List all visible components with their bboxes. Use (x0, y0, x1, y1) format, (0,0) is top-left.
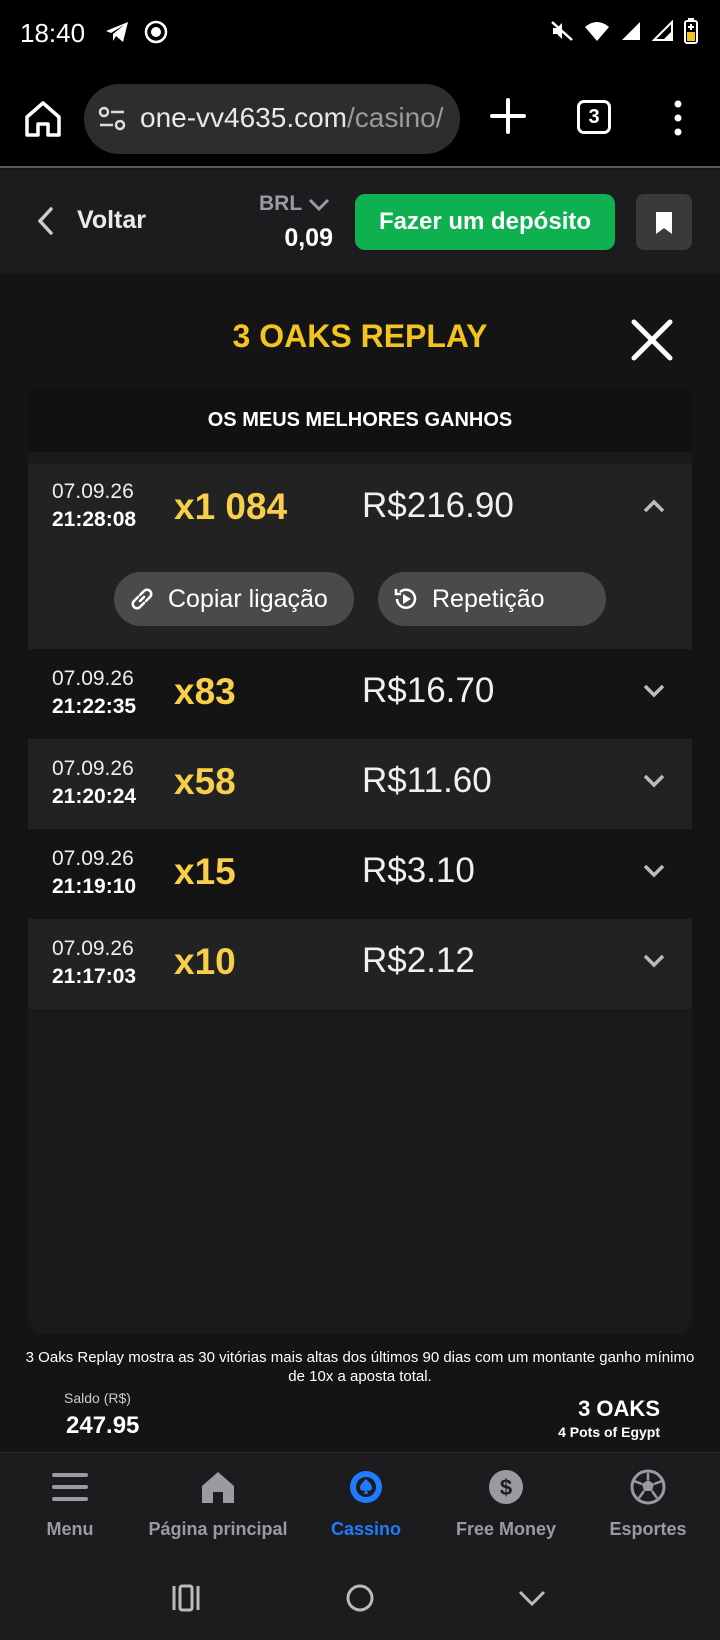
chevron-down-icon[interactable] (642, 773, 666, 789)
saldo-value: 247.95 (66, 1412, 140, 1439)
nav-casino-label: Cassino (330, 1519, 402, 1539)
tab-switcher-button[interactable]: 3 (577, 100, 611, 134)
back-chevron-icon[interactable] (36, 206, 56, 236)
chevron-down-icon[interactable] (642, 953, 666, 969)
chevron-down-icon[interactable] (642, 863, 666, 879)
win-time: 21:28:08 (52, 508, 137, 531)
nav-free-money[interactable]: $ Free Money (436, 1453, 576, 1559)
win-date: 07.09.26 (52, 757, 134, 780)
link-icon (131, 588, 153, 610)
back-down-icon[interactable] (516, 1582, 548, 1614)
chevron-down-icon[interactable] (642, 683, 666, 699)
nav-sports[interactable]: Esportes (578, 1453, 718, 1559)
nav-free-money-label: Free Money (455, 1519, 557, 1539)
header-balance: 0,09 (284, 224, 333, 252)
signal-icon-2 (652, 20, 673, 41)
copy-link-button[interactable]: Copiar ligação (114, 572, 354, 626)
back-button[interactable]: Voltar (77, 206, 146, 235)
dollar-icon: $ (489, 1470, 523, 1504)
win-time: 21:20:24 (52, 785, 137, 808)
win-row[interactable]: 07.09.26 21:17:03 x10 R$2.12 (28, 919, 692, 1009)
nav-home-label: Página principal (148, 1519, 288, 1539)
saldo-label: Saldo (R$) (64, 1390, 131, 1406)
battery-icon (684, 18, 698, 44)
url-domain: one-vv4635.com (140, 102, 348, 133)
replay-title: 3 OAKS REPLAY (232, 318, 488, 354)
currency-selector[interactable]: BRL (259, 192, 302, 216)
best-wins-panel: OS MEUS MELHORES GANHOS 07.09.26 21:28:0… (28, 388, 692, 1334)
casino-chip-icon (350, 1471, 382, 1503)
browser-menu-icon[interactable] (666, 98, 690, 138)
win-amount: R$216.90 (362, 486, 514, 525)
telegram-icon (106, 22, 128, 42)
bottom-nav: Menu Página principal Cassino $ Free Mon… (0, 1452, 720, 1558)
win-amount: R$2.12 (362, 941, 475, 980)
address-bar[interactable]: one-vv4635.com/casino/ (84, 84, 460, 154)
win-multiplier: x15 (174, 851, 236, 892)
win-time: 21:19:10 (52, 875, 137, 898)
new-tab-icon[interactable] (488, 96, 528, 136)
chevron-up-icon[interactable] (642, 498, 666, 514)
win-date: 07.09.26 (52, 480, 134, 503)
nav-menu[interactable]: Menu (0, 1453, 140, 1559)
win-row[interactable]: 07.09.26 21:19:10 x15 R$3.10 (28, 829, 692, 919)
replay-icon (394, 588, 417, 609)
win-row[interactable]: 07.09.26 21:20:24 x58 R$11.60 (28, 739, 692, 829)
system-nav-bar (0, 1558, 720, 1640)
site-header: Voltar BRL 0,09 Fazer um depósito (0, 170, 720, 274)
status-time: 18:40 (20, 18, 86, 48)
copy-link-label: Copiar ligação (168, 585, 328, 613)
win-row-expanded[interactable]: 07.09.26 21:28:08 x1 084 R$216.90 Copiar… (28, 464, 692, 649)
win-time: 21:22:35 (52, 695, 137, 718)
win-date: 07.09.26 (52, 847, 134, 870)
deposit-button[interactable]: Fazer um depósito (355, 194, 615, 250)
url-path: /casino/ (347, 102, 444, 133)
nav-menu-label: Menu (46, 1519, 94, 1539)
replay-label: Repetição (432, 585, 545, 613)
recent-apps-icon[interactable] (170, 1582, 202, 1614)
win-amount: R$3.10 (362, 851, 475, 890)
win-date: 07.09.26 (52, 937, 134, 960)
win-multiplier: x1 084 (174, 486, 288, 527)
provider-name: 3 OAKS (578, 1396, 660, 1421)
home-icon (202, 1472, 234, 1503)
soccer-ball-icon (630, 1469, 666, 1505)
win-amount: R$16.70 (362, 671, 495, 710)
close-icon[interactable] (630, 318, 674, 362)
win-row[interactable]: 07.09.26 21:22:35 x83 R$16.70 (28, 649, 692, 739)
win-multiplier: x83 (174, 671, 236, 712)
win-date: 07.09.26 (52, 667, 134, 690)
replay-footnote: 3 Oaks Replay mostra as 30 vitórias mais… (25, 1349, 695, 1385)
status-bar: 18:40 (0, 0, 720, 70)
url-text: one-vv4635.com/casino/ (140, 102, 444, 134)
record-icon (144, 20, 168, 44)
menu-icon (52, 1473, 88, 1501)
mute-icon (551, 21, 573, 41)
nav-sports-label: Esportes (609, 1519, 687, 1539)
replay-button[interactable]: Repetição (378, 572, 606, 626)
signal-icon (622, 22, 640, 40)
browser-home-icon[interactable] (22, 98, 64, 140)
nav-casino[interactable]: Cassino (296, 1453, 436, 1559)
wifi-icon (585, 22, 609, 41)
win-multiplier: x10 (174, 941, 236, 982)
home-circle-icon[interactable] (344, 1582, 376, 1614)
nav-home[interactable]: Página principal (148, 1453, 288, 1559)
svg-text:$: $ (500, 1475, 512, 1500)
bookmark-button[interactable] (636, 194, 692, 250)
bookmark-icon (656, 212, 672, 234)
win-amount: R$11.60 (362, 761, 492, 800)
win-time: 21:17:03 (52, 965, 137, 988)
chevron-down-icon[interactable] (308, 198, 330, 212)
panel-title: OS MEUS MELHORES GANHOS (28, 388, 692, 452)
site-settings-icon[interactable] (98, 106, 126, 132)
game-name: 4 Pots of Egypt (558, 1424, 660, 1440)
win-multiplier: x58 (174, 761, 236, 802)
browser-toolbar: one-vv4635.com/casino/ 3 (0, 70, 720, 168)
